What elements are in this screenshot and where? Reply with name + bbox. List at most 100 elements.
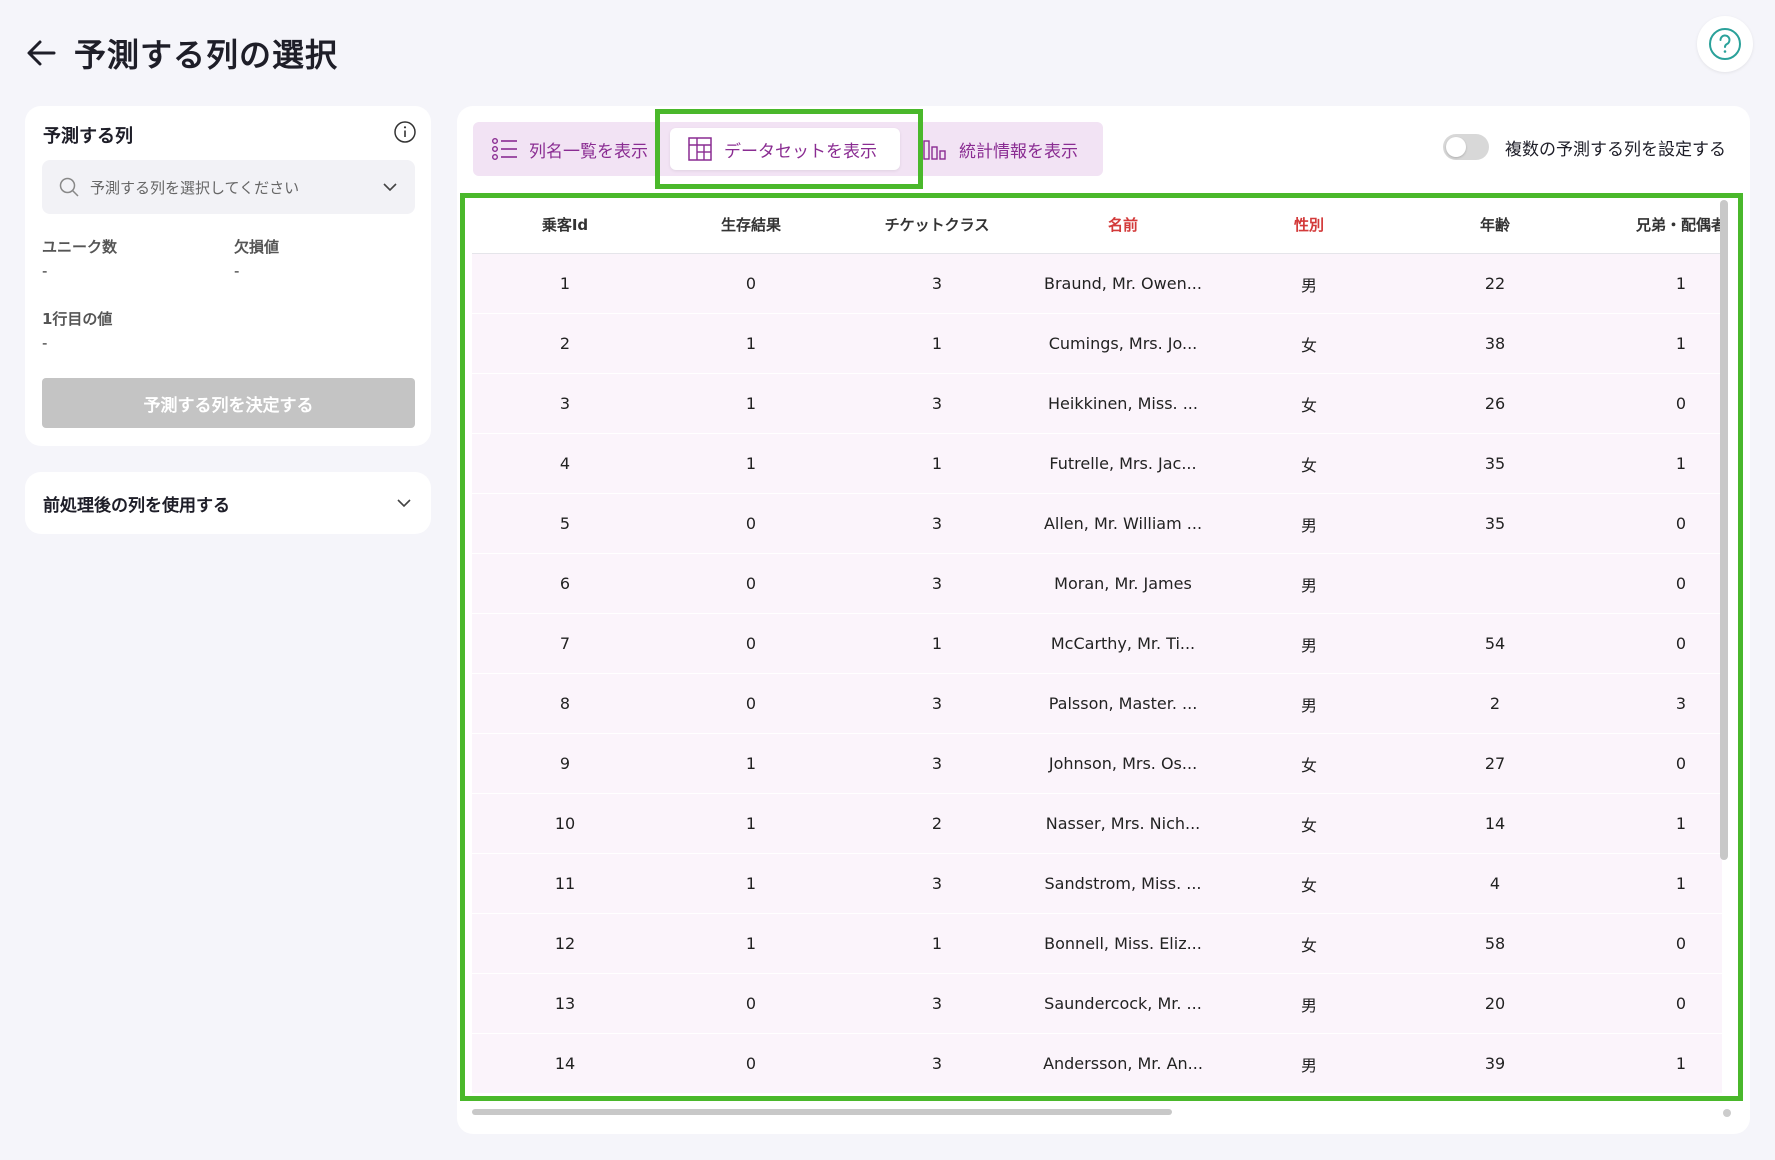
- preprocess-label: 前処理後の列を使用する: [43, 495, 230, 516]
- decide-target-button[interactable]: 予測する列を決定する: [42, 378, 415, 428]
- target-column-select[interactable]: 予測する列を選択してください: [42, 160, 415, 214]
- column-header[interactable]: 乗客Id: [475, 196, 655, 253]
- table-cell: 22: [1484, 274, 1506, 293]
- table-cell: 20: [1484, 994, 1506, 1013]
- page-header: 予測する列の選択: [22, 28, 338, 78]
- horizontal-scrollbar-track: [472, 1109, 1722, 1115]
- table-cell: 0: [745, 574, 757, 593]
- column-header[interactable]: 名前: [1023, 196, 1223, 253]
- table-cell: 1: [1675, 874, 1687, 893]
- table-row[interactable]: 6 0 3 Moran, Mr. James 男 0: [472, 554, 1722, 614]
- table-row[interactable]: 13 0 3 Saundercock, Mr. ... 男 20 0: [472, 974, 1722, 1034]
- table-row[interactable]: 4 1 1 Futrelle, Mrs. Jac... 女 35 1: [472, 434, 1722, 494]
- table-cell: 1: [745, 874, 757, 893]
- table-cell: 3: [931, 394, 943, 413]
- first-row-label: 1行目の値: [42, 310, 113, 328]
- table-header-row: 乗客Id 生存結果 チケットクラス 名前 性別 年齢 兄弟・配偶者: [472, 196, 1722, 254]
- table-cell: 1: [1675, 1054, 1687, 1073]
- table-cell: 35: [1484, 454, 1506, 473]
- table-cell: 2: [559, 334, 571, 353]
- table-cell: Allen, Mr. William ...: [1043, 514, 1203, 533]
- table-cell: 0: [1675, 934, 1687, 953]
- column-header[interactable]: チケットクラス: [847, 196, 1027, 253]
- table-row[interactable]: 7 0 1 McCarthy, Mr. Ti... 男 54 0: [472, 614, 1722, 674]
- table-cell: 3: [931, 754, 943, 773]
- table-cell: 6: [559, 574, 571, 593]
- table-cell: Johnson, Mrs. Os...: [1048, 754, 1198, 773]
- column-header[interactable]: 性別: [1239, 196, 1379, 253]
- table-cell: 0: [745, 994, 757, 1013]
- table-cell: 2: [1489, 694, 1501, 713]
- table-cell: 3: [931, 574, 943, 593]
- table-cell: 3: [931, 694, 943, 713]
- table-cell: Sandstrom, Miss. ...: [1044, 874, 1202, 893]
- table-cell: 0: [745, 274, 757, 293]
- column-header[interactable]: 生存結果: [661, 196, 841, 253]
- table-cell: 女: [1300, 815, 1317, 835]
- table-cell: 0: [1675, 994, 1687, 1013]
- table-cell: 女: [1300, 935, 1317, 955]
- table-cell: 男: [1300, 275, 1317, 295]
- table-cell: 14: [554, 1054, 576, 1073]
- column-header[interactable]: 兄弟・配偶者: [1611, 196, 1722, 253]
- vertical-scrollbar[interactable]: [1720, 200, 1728, 860]
- table-cell: Palsson, Master. ...: [1048, 694, 1198, 713]
- table-cell: 1: [931, 934, 943, 953]
- table-row[interactable]: 10 1 2 Nasser, Mrs. Nich... 女 14 1: [472, 794, 1722, 854]
- table-cell: 3: [931, 874, 943, 893]
- table-cell: 0: [1675, 634, 1687, 653]
- table-cell: 8: [559, 694, 571, 713]
- table-cell: 男: [1300, 695, 1317, 715]
- table-cell: 1: [559, 274, 571, 293]
- table-cell: Braund, Mr. Owen...: [1044, 274, 1202, 293]
- table-row[interactable]: 11 1 3 Sandstrom, Miss. ... 女 4 1: [472, 854, 1722, 914]
- dataset-tab-highlight: [655, 109, 923, 189]
- table-cell: Moran, Mr. James: [1054, 574, 1192, 593]
- table-row[interactable]: 3 1 3 Heikkinen, Miss. ... 女 26 0: [472, 374, 1722, 434]
- table-cell: Andersson, Mr. An...: [1043, 1054, 1203, 1073]
- back-arrow-icon[interactable]: [22, 33, 62, 73]
- page-title: 予測する列の選択: [74, 36, 339, 74]
- missing-count-value: -: [234, 262, 240, 280]
- table-cell: 58: [1484, 934, 1506, 953]
- table-cell: Bonnell, Miss. Eliz...: [1044, 934, 1202, 953]
- table-row[interactable]: 1 0 3 Braund, Mr. Owen... 男 22 1: [472, 254, 1722, 314]
- table-cell: 0: [745, 1054, 757, 1073]
- table-cell: 0: [1675, 574, 1687, 593]
- help-icon: [1709, 28, 1741, 60]
- tab-column-list[interactable]: 列名一覧を表示: [491, 122, 648, 176]
- table-cell: 1: [745, 334, 757, 353]
- target-column-title: 予測する列: [43, 126, 133, 147]
- table-cell: Saundercock, Mr. ...: [1044, 994, 1202, 1013]
- table-cell: 1: [1675, 814, 1687, 833]
- info-icon[interactable]: [393, 120, 417, 144]
- preprocess-toggle-card[interactable]: 前処理後の列を使用する: [25, 472, 431, 534]
- table-cell: 9: [559, 754, 571, 773]
- table-row[interactable]: 5 0 3 Allen, Mr. William ... 男 35 0: [472, 494, 1722, 554]
- bar-chart-icon: [921, 135, 949, 163]
- table-cell: 0: [1675, 754, 1687, 773]
- table-cell: 1: [745, 394, 757, 413]
- tab-stats-label: 統計情報を表示: [959, 141, 1078, 162]
- table-row[interactable]: 2 1 1 Cumings, Mrs. Jo... 女 38 1: [472, 314, 1722, 374]
- horizontal-scrollbar[interactable]: [472, 1109, 1172, 1115]
- table-cell: 1: [931, 454, 943, 473]
- multi-target-toggle[interactable]: [1443, 134, 1489, 160]
- tab-stats[interactable]: 統計情報を表示: [921, 122, 1078, 176]
- column-header[interactable]: 年齢: [1425, 196, 1565, 253]
- table-row[interactable]: 12 1 1 Bonnell, Miss. Eliz... 女 58 0: [472, 914, 1722, 974]
- table-cell: 1: [931, 334, 943, 353]
- missing-count-label: 欠損値: [234, 238, 280, 256]
- table-cell: 3: [931, 514, 943, 533]
- table-row[interactable]: 9 1 3 Johnson, Mrs. Os... 女 27 0: [472, 734, 1722, 794]
- table-cell: 0: [745, 514, 757, 533]
- table-cell: Futrelle, Mrs. Jac...: [1049, 454, 1197, 473]
- search-icon: [59, 177, 79, 197]
- table-cell: 26: [1484, 394, 1506, 413]
- table-row[interactable]: 8 0 3 Palsson, Master. ... 男 2 3: [472, 674, 1722, 734]
- table-cell: 男: [1300, 575, 1317, 595]
- scroll-end-dot: [1723, 1109, 1731, 1117]
- help-button[interactable]: [1697, 16, 1753, 72]
- table-cell: 男: [1300, 995, 1317, 1015]
- table-row[interactable]: 14 0 3 Andersson, Mr. An... 男 39 1: [472, 1034, 1722, 1094]
